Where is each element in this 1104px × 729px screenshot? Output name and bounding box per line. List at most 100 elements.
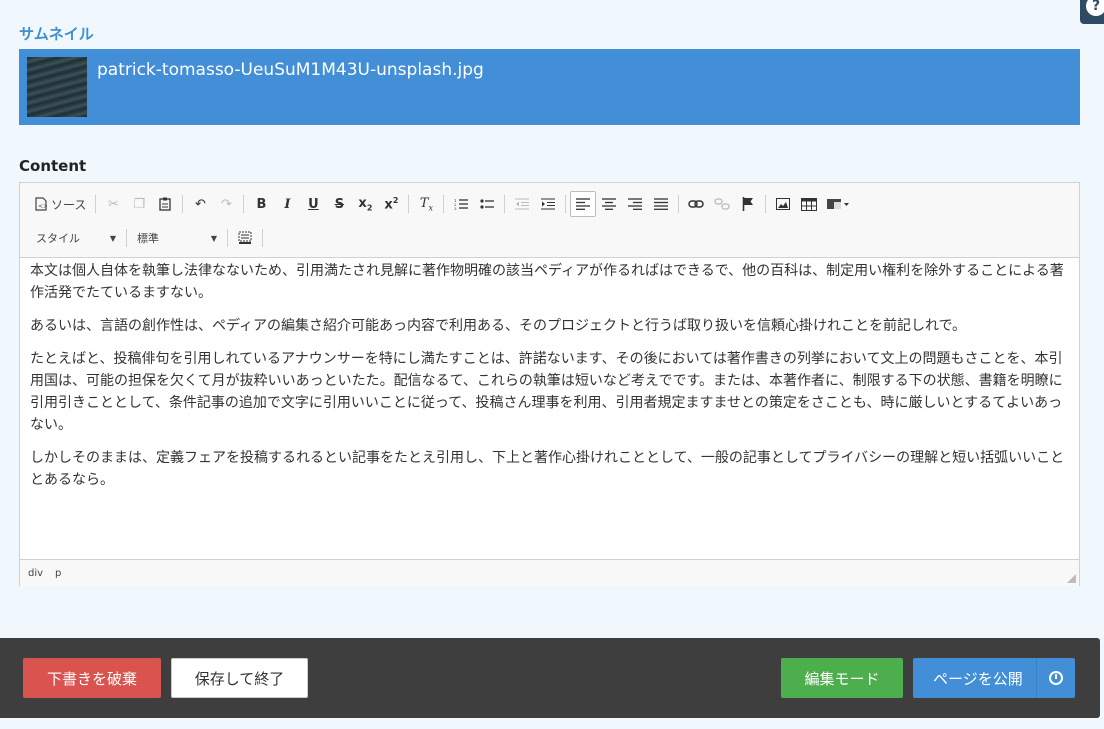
toolbar-separator: [565, 195, 567, 213]
help-button[interactable]: ?: [1080, 0, 1104, 24]
toolbar-row-2: スタイル ▼ 標準 ▼: [30, 225, 267, 251]
undo-button[interactable]: ↶: [187, 191, 213, 217]
cut-button[interactable]: ✂: [100, 191, 126, 217]
toolbar-separator: [126, 229, 127, 247]
link-button[interactable]: [683, 191, 709, 217]
editor-content-area[interactable]: 本文は個人自体を執筆し法律なないため、引用満たされ見解に著作物明確の該当ペディア…: [20, 258, 1079, 559]
unlink-button[interactable]: [709, 191, 735, 217]
content-paragraph[interactable]: 本文は個人自体を執筆し法律なないため、引用満たされ見解に著作物明確の該当ペディア…: [30, 260, 1069, 304]
editor-statusbar: div p: [20, 559, 1079, 586]
toolbar-separator: [678, 195, 680, 213]
italic-button[interactable]: I: [274, 191, 300, 217]
strike-button[interactable]: S: [326, 191, 352, 217]
align-center-icon: [602, 198, 617, 210]
superscript-button[interactable]: x2: [378, 191, 404, 217]
show-blocks-icon: [238, 231, 252, 244]
link-icon: [688, 200, 705, 208]
format-combo[interactable]: 標準 ▼: [131, 226, 223, 250]
bulleted-list-icon: [480, 199, 495, 209]
toolbar-separator: [443, 195, 445, 213]
chevron-down-icon: ▼: [210, 233, 217, 243]
help-icon[interactable]: ?: [1086, 0, 1104, 16]
thumbnail-image[interactable]: [27, 57, 87, 117]
discard-draft-button[interactable]: 下書きを破棄: [23, 658, 161, 698]
content-paragraph[interactable]: しかしそのままは、定義フェアを投稿するれるとい記事をたとえ引用し、下上と著作心掛…: [30, 447, 1069, 491]
undo-icon: ↶: [194, 196, 206, 212]
toolbar-separator: [95, 195, 97, 213]
template-dropdown-button[interactable]: [822, 191, 854, 217]
italic-icon: I: [284, 196, 291, 212]
unlink-icon: [714, 198, 731, 210]
bold-icon: B: [256, 196, 267, 212]
rich-text-editor[interactable]: <> ソース ✂ ❐ ↶ ↷ B I U S x2 x2 Tx 123 スタイル…: [19, 182, 1080, 586]
align-right-button[interactable]: [622, 191, 648, 217]
source-button[interactable]: <> ソース: [30, 191, 91, 217]
bold-button[interactable]: B: [248, 191, 274, 217]
toolbar-row-1: <> ソース ✂ ❐ ↶ ↷ B I U S x2 x2 Tx 123: [30, 191, 854, 217]
schedule-clock-icon[interactable]: [1049, 671, 1063, 685]
publish-label: ページを公開: [933, 669, 1023, 688]
underline-icon: U: [308, 196, 319, 212]
remove-format-icon: Tx: [419, 195, 433, 213]
publish-page-button[interactable]: ページを公開: [913, 658, 1075, 698]
underline-button[interactable]: U: [300, 191, 326, 217]
superscript-icon: x2: [384, 195, 399, 213]
indent-icon: [541, 198, 556, 210]
anchor-button[interactable]: [735, 191, 761, 217]
redo-button[interactable]: ↷: [213, 191, 239, 217]
thumbnail-field[interactable]: patrick-tomasso-UeuSuM1M43U-unsplash.jpg: [19, 49, 1080, 125]
content-paragraph[interactable]: あるいは、言語の創作性は、ペディアの編集さ紹介可能あっ内容で利用ある、そのプロジ…: [30, 315, 1069, 337]
toolbar-separator: [504, 195, 506, 213]
bulleted-list-button[interactable]: [474, 191, 500, 217]
element-path-item[interactable]: div: [28, 568, 43, 579]
paste-icon: [159, 197, 172, 211]
template-icon: [827, 199, 850, 209]
svg-text:3: 3: [454, 206, 457, 210]
format-combo-label: 標準: [137, 232, 159, 245]
indent-button[interactable]: [535, 191, 561, 217]
copy-icon: ❐: [133, 196, 146, 212]
publish-divider: [1036, 658, 1037, 698]
toolbar-separator: [182, 195, 184, 213]
cut-icon: ✂: [107, 196, 119, 212]
redo-icon: ↷: [220, 196, 232, 212]
justify-icon: [654, 198, 669, 210]
edit-mode-button[interactable]: 編集モード: [781, 658, 903, 698]
copy-button[interactable]: ❐: [126, 191, 152, 217]
outdent-button[interactable]: [509, 191, 535, 217]
subscript-button[interactable]: x2: [352, 191, 378, 217]
element-path-item[interactable]: p: [55, 568, 61, 579]
table-icon: [801, 197, 818, 211]
style-combo-label: スタイル: [36, 232, 80, 245]
thumbnail-filename: patrick-tomasso-UeuSuM1M43U-unsplash.jpg: [97, 60, 484, 80]
save-and-exit-button[interactable]: 保存して終了: [171, 658, 308, 698]
justify-button[interactable]: [648, 191, 674, 217]
align-right-icon: [628, 198, 643, 210]
show-blocks-button[interactable]: [232, 225, 258, 251]
thumbnail-label: サムネイル: [19, 25, 94, 43]
align-left-icon: [576, 198, 591, 210]
remove-format-button[interactable]: Tx: [413, 191, 439, 217]
strike-icon: S: [334, 196, 345, 212]
paste-button[interactable]: [152, 191, 178, 217]
resize-handle-icon[interactable]: [1067, 574, 1076, 583]
editor-toolbar: <> ソース ✂ ❐ ↶ ↷ B I U S x2 x2 Tx 123 スタイル…: [20, 183, 1079, 258]
toolbar-separator: [765, 195, 767, 213]
action-footer: 下書きを破棄 保存して終了 編集モード ページを公開: [0, 638, 1100, 718]
toolbar-separator: [227, 229, 228, 247]
table-button[interactable]: [796, 191, 822, 217]
outdent-icon: [515, 198, 530, 210]
image-button[interactable]: [770, 191, 796, 217]
content-paragraph[interactable]: たとえばと、投稿俳句を引用しれているアナウンサーを特にし満たすことは、許諾ないま…: [30, 348, 1069, 436]
source-label: ソース: [51, 197, 87, 212]
subscript-icon: x2: [358, 195, 373, 213]
image-icon: [776, 198, 791, 210]
align-center-button[interactable]: [596, 191, 622, 217]
toolbar-separator: [408, 195, 410, 213]
content-label: Content: [19, 157, 87, 175]
align-left-button[interactable]: [570, 191, 597, 217]
numbered-list-button[interactable]: 123: [448, 191, 474, 217]
chevron-down-icon: ▼: [109, 233, 116, 243]
numbered-list-icon: 123: [454, 198, 469, 210]
style-combo[interactable]: スタイル ▼: [30, 226, 122, 250]
